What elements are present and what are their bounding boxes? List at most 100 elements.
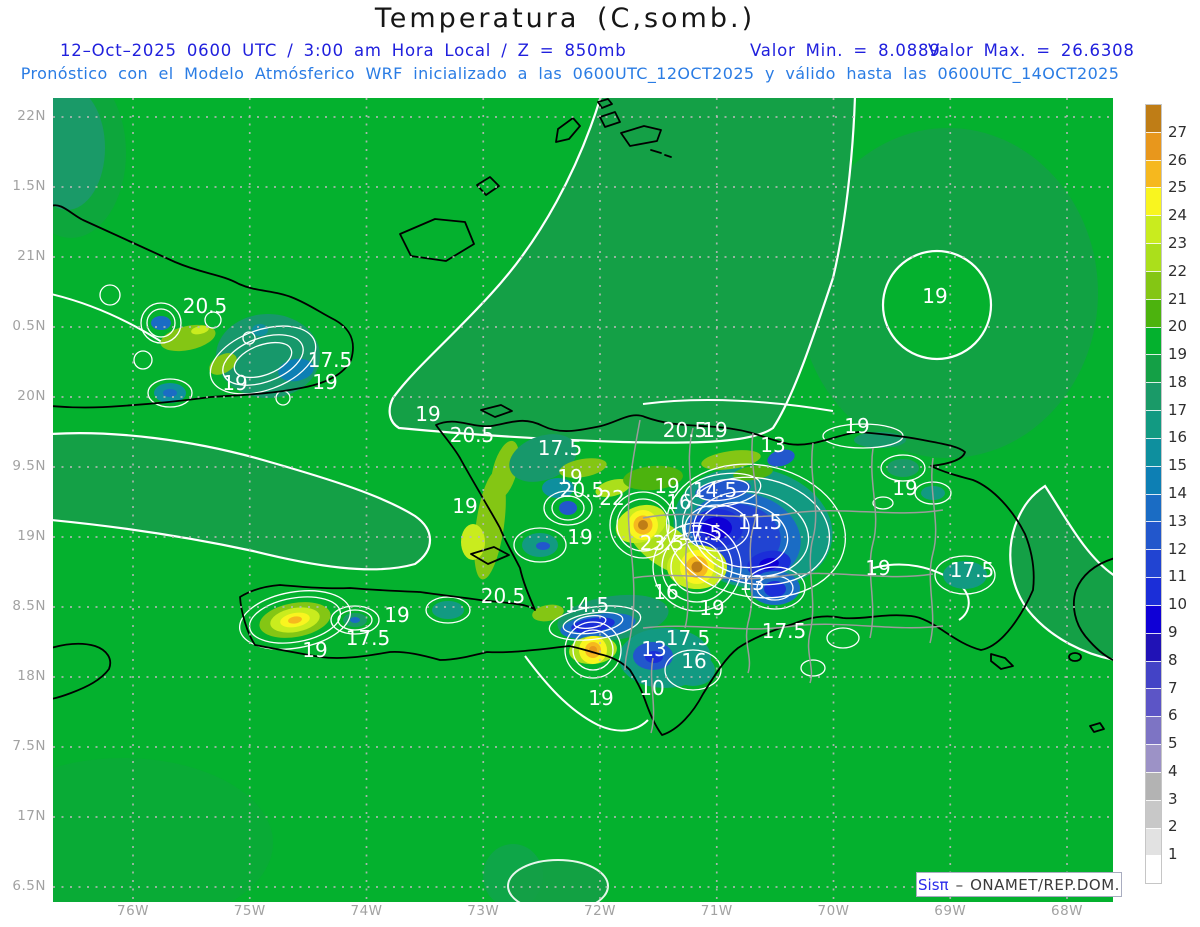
colorbar-tick-label: 14 [1168,484,1188,502]
x-axis-tick-label: 75W [233,903,266,919]
colorbar-tick-label: 3 [1168,789,1178,808]
colorbar-segment [1146,549,1161,578]
colorbar-tick-label: 2 [1168,817,1178,836]
contour-label: 19 [892,476,917,500]
contour-label: 14.5 [565,593,610,617]
colorbar-segment [1146,437,1161,466]
y-axis-tick-label: 1.5N [12,178,46,194]
credit-separator: – [955,875,964,894]
colorbar-segment [1146,465,1161,494]
colorbar-tick-label: 4 [1168,761,1178,780]
contour-label: 19 [312,370,337,394]
x-axis-tick-label: 73W [467,903,500,919]
contour-label: 17.5 [678,521,723,545]
value-max-label: Valor Max. = 26.6308 [928,41,1135,60]
contour-label: 20.5 [183,294,228,318]
contour-label: 20.5 [481,584,526,608]
colorbar-segment [1146,382,1161,411]
colorbar-segment [1146,410,1161,438]
contour-label: 17.5 [666,626,711,650]
colorbar-tick-label: 11 [1168,567,1188,586]
colorbar-segment [1146,827,1161,856]
colorbar-tick-label: 19 [1168,345,1188,364]
y-axis-tick-label: 0.5N [12,318,46,334]
y-axis-tick-label: 19N [17,528,46,544]
x-axis-tick-label: 68W [1050,903,1084,919]
contour-label: 20.5 [450,423,495,447]
contour-label: 19 [588,686,613,710]
colorbar-tick-label: 10 [1168,595,1188,614]
colorbar-segment [1146,354,1161,383]
colorbar-segment [1146,744,1161,772]
colorbar-segment [1146,159,1161,188]
contour-label: 17.5 [950,558,995,582]
colorbar-segment [1146,326,1161,355]
colorbar-segment [1146,270,1161,299]
colorbar-tick-label: 17 [1168,400,1188,419]
colorbar-tick-label: 7 [1168,678,1178,697]
x-axis-tick-label: 72W [583,903,617,919]
colorbar-tick-label: 6 [1168,706,1178,725]
y-axis-tick-label: 6.5N [12,878,46,894]
contour-label: 19 [702,418,727,442]
colorbar-tick-label: 16 [1168,428,1188,447]
contour-label: 22 [599,486,624,510]
colorbar-tick-label: 8 [1168,650,1178,669]
y-axis-tick-label: 20N [17,388,46,404]
contour-label: 14.5 [693,478,738,502]
y-axis-tick-label: 18N [17,668,46,684]
contour-label: 16 [681,649,706,673]
y-axis-tick-label: 17N [17,808,46,824]
colorbar-segment [1146,632,1161,661]
colorbar-tick-labels: 27 26 25 24 23 22 21 20 19 18 17 16 15 14 13 12 11 10 9 8 7 6… [1168,104,1198,884]
contour-label: 16 [653,580,678,604]
x-axis-tick-label: 74W [350,903,383,919]
colorbar-segment [1146,799,1161,828]
y-axis-tick-label: 9.5N [12,458,46,474]
contour-label: 13 [760,433,785,457]
contour-label: 17.5 [538,436,583,460]
temperature-contour-map: 20.517.519 191920.517.51920.519192220.519… [53,98,1113,902]
contour-label: 13 [739,571,764,595]
colorbar-tick-label: 24 [1168,206,1188,225]
contour-label: 19 [415,402,440,426]
contour-label: 19 [567,525,592,549]
colorbar-tick-label: 15 [1168,456,1188,475]
map-plot-area: 20.5 17.5 19 19 19 20.5 17.5 19 20.5 19 19 22 20.5 19… [53,98,1113,902]
colorbar [1145,104,1162,884]
contour-label: 19 [699,596,724,620]
colorbar-tick-label: 5 [1168,734,1178,753]
colorbar-tick-label: 21 [1168,289,1188,308]
colorbar-tick-label: 27 [1168,122,1188,141]
colorbar-tick-label: 18 [1168,372,1188,391]
colorbar-segment [1146,243,1161,271]
y-axis-tick-label: 8.5N [12,598,46,614]
colorbar-tick-label: 23 [1168,233,1188,252]
colorbar-segment [1146,855,1161,884]
contour-label: 19 [222,371,247,395]
credit-box: Sisπ – ONAMET/REP.DOM. [916,872,1122,897]
contour-label: 11.5 [738,510,783,534]
colorbar-segment [1146,771,1161,800]
contour-label: 16 [666,490,691,514]
contour-label: 19 [452,494,477,518]
contour-label: 19 [865,556,890,580]
colorbar-segment [1146,493,1161,522]
colorbar-segment [1146,604,1161,633]
colorbar-tick-label: 13 [1168,511,1188,530]
colorbar-tick-label: 25 [1168,178,1188,197]
colorbar-segment [1146,716,1161,745]
contour-label: 20.5 [663,418,708,442]
page-title: Temperatura (C,somb.) [374,3,756,34]
colorbar-segment [1146,187,1161,216]
contour-label: 20.5 [560,478,605,502]
colorbar-segment [1146,660,1161,689]
colorbar-tick-label: 12 [1168,539,1188,558]
contour-label: 17.5 [346,626,391,650]
colorbar-segment [1146,688,1161,717]
subtitle-datetime: 12–Oct–2025 0600 UTC / 3:00 am Hora Loca… [60,41,627,60]
contour-label: 19 [384,603,409,627]
colorbar-segment [1146,131,1161,160]
contour-label: 17.5 [762,619,807,643]
x-axis-tick-label: 69W [934,903,967,919]
